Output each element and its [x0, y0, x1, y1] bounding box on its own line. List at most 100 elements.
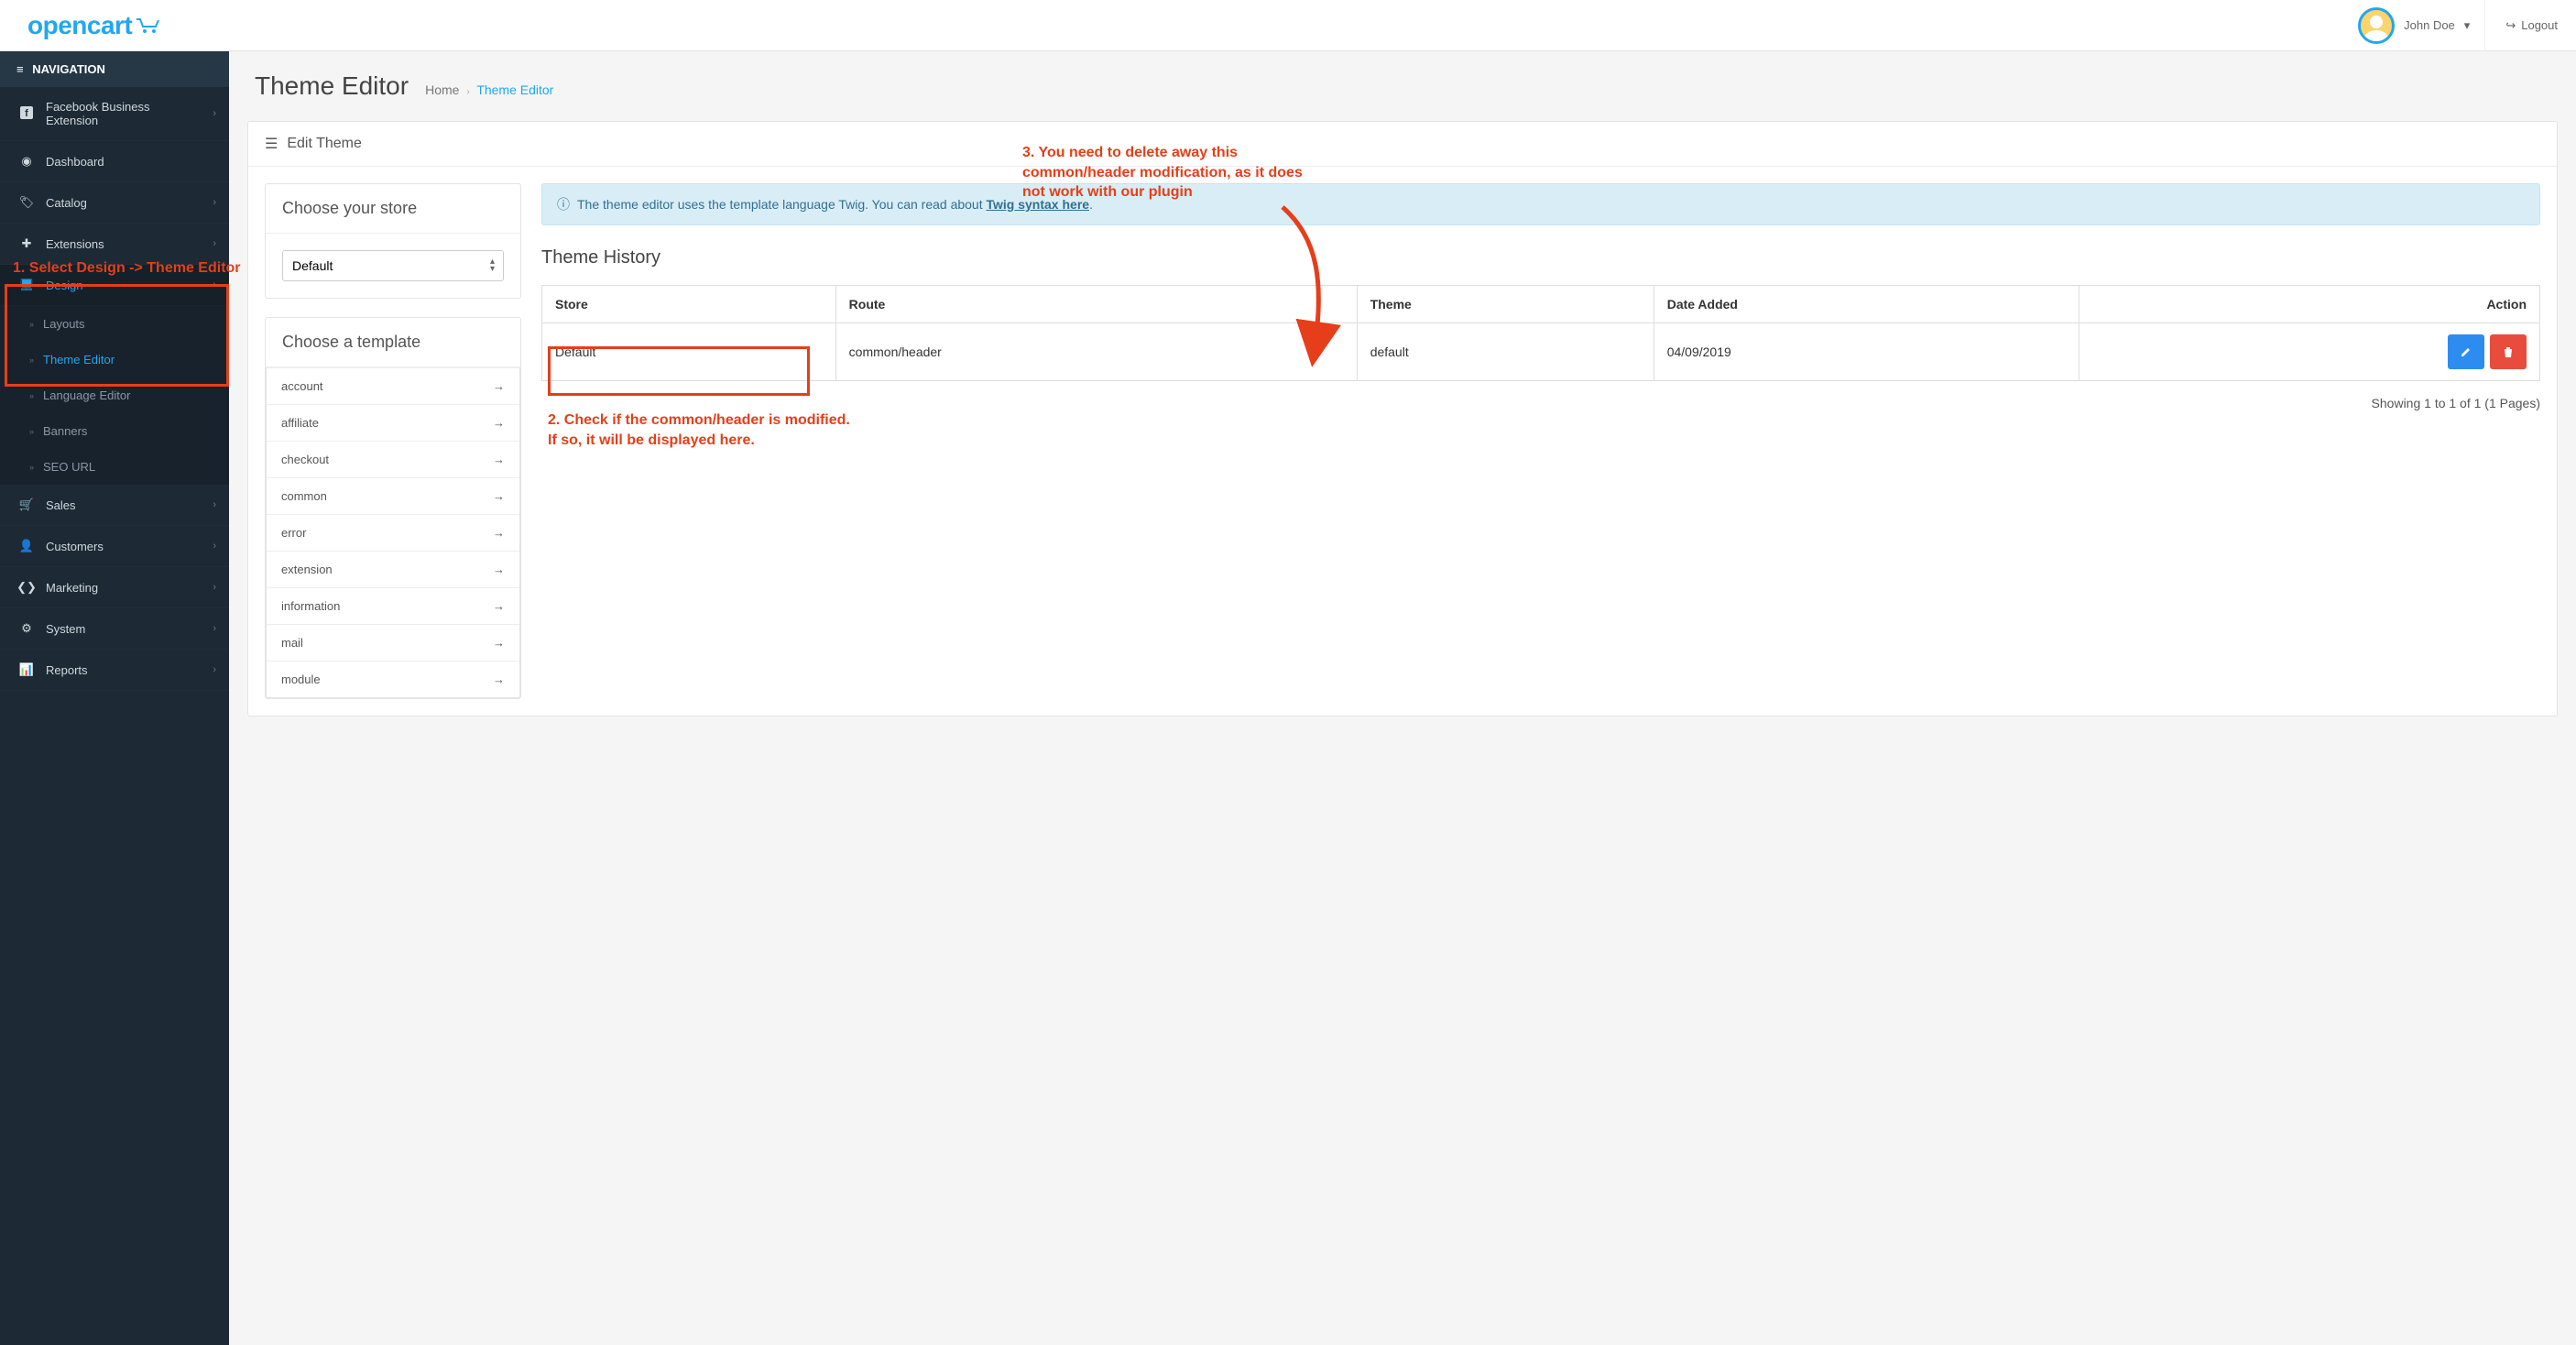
template-item[interactable]: error→: [267, 514, 519, 551]
breadcrumb-current[interactable]: Theme Editor: [476, 82, 553, 97]
cart-icon: 🛒: [16, 498, 37, 512]
dashboard-icon: ◉: [16, 154, 37, 169]
chevron-right-icon: ›: [213, 664, 216, 675]
nav-item-customers[interactable]: 👤 Customers ›: [0, 526, 229, 567]
user-name: John Doe: [2404, 18, 2455, 32]
nav-item-facebook[interactable]: f Facebook Business Extension ›: [0, 87, 229, 141]
subnav-language-editor[interactable]: »Language Editor: [0, 377, 229, 413]
template-label: account: [281, 379, 323, 393]
alert-text: The theme editor uses the template langu…: [577, 197, 1093, 212]
edit-button[interactable]: [2448, 334, 2484, 369]
nav-item-reports[interactable]: 📊 Reports ›: [0, 650, 229, 691]
template-item[interactable]: account→: [267, 367, 519, 404]
delete-button[interactable]: [2490, 334, 2527, 369]
subnav-label: Theme Editor: [43, 353, 115, 366]
breadcrumb-sep: ›: [466, 87, 469, 97]
caret-down-icon: ▾: [2464, 18, 2471, 33]
subnav-label: SEO URL: [43, 460, 95, 474]
twig-syntax-link[interactable]: Twig syntax here: [987, 197, 1090, 212]
topbar-right: John Doe ▾ ↪ Logout: [2343, 0, 2558, 51]
tags-icon: 🏷: [16, 195, 37, 210]
chart-icon: 📊: [16, 662, 37, 677]
template-label: checkout: [281, 453, 329, 466]
arrow-right-icon: →: [493, 563, 505, 576]
double-chevron-icon: »: [29, 355, 34, 365]
logout-button[interactable]: ↪ Logout: [2485, 18, 2558, 33]
avatar-icon: [2358, 7, 2395, 44]
nav-title: ≡ NAVIGATION: [0, 51, 229, 87]
arrow-right-icon: →: [493, 599, 505, 613]
nav-label: Reports: [46, 663, 88, 677]
template-item[interactable]: module→: [267, 661, 519, 697]
nav-label: Dashboard: [46, 155, 104, 169]
user-menu[interactable]: John Doe ▾: [2343, 0, 2485, 51]
nav-label: Catalog: [46, 196, 87, 210]
double-chevron-icon: »: [29, 391, 34, 400]
template-list: account→affiliate→checkout→common→error→…: [266, 367, 520, 698]
pagination-info: Showing 1 to 1 of 1 (1 Pages): [541, 396, 2540, 410]
user-icon: 👤: [16, 539, 37, 553]
nav-item-extensions[interactable]: ✚ Extensions ›: [0, 224, 229, 265]
nav-label: Sales: [46, 498, 76, 512]
nav-item-design[interactable]: 🖥 Design ›: [0, 265, 229, 306]
card-choose-store: Choose your store Default ▴▾: [265, 183, 521, 299]
main-container: ≡ NAVIGATION f Facebook Business Extensi…: [0, 51, 2576, 1345]
cell-store: Default: [542, 323, 836, 381]
card-choose-template: Choose a template account→affiliate→chec…: [265, 317, 521, 699]
breadcrumb-home[interactable]: Home: [425, 82, 459, 97]
list-icon: ☰: [265, 135, 278, 153]
share-icon: ❮❯: [16, 580, 37, 595]
template-item[interactable]: checkout →: [267, 441, 519, 477]
cell-route: common/header: [835, 323, 1357, 381]
nav-item-catalog[interactable]: 🏷 Catalog ›: [0, 182, 229, 224]
template-item[interactable]: information →: [267, 587, 519, 624]
brand-logo[interactable]: opencart: [27, 11, 161, 40]
subnav-seo-url[interactable]: » SEO URL: [0, 449, 229, 485]
template-item[interactable]: common→: [267, 477, 519, 514]
panel-heading: ☰ Edit Theme: [248, 122, 2557, 167]
chevron-right-icon: ›: [213, 541, 216, 552]
subnav-label: Banners: [43, 424, 87, 438]
hamburger-icon: ≡: [16, 62, 24, 76]
double-chevron-icon: »: [29, 463, 34, 472]
nav-title-text: NAVIGATION: [32, 62, 105, 76]
store-select[interactable]: Default: [282, 250, 504, 281]
arrow-right-icon: →: [493, 416, 505, 430]
alert-prefix: The theme editor uses the template langu…: [577, 197, 987, 212]
chevron-right-icon: ›: [213, 623, 216, 634]
desktop-icon: 🖥: [16, 278, 37, 292]
nav-item-system[interactable]: ⚙ System ›: [0, 608, 229, 650]
svg-text:f: f: [25, 108, 28, 119]
template-item[interactable]: mail→: [267, 624, 519, 661]
chevron-right-icon: ›: [213, 279, 216, 290]
brand-text: opencart: [27, 11, 132, 40]
nav-label: Facebook Business Extension: [46, 100, 192, 127]
info-icon: ⓘ: [557, 195, 570, 213]
template-label: error: [281, 526, 306, 540]
history-table: Store Route Theme Date Added Action Defa…: [541, 285, 2540, 381]
arrow-right-icon: →: [493, 453, 505, 466]
template-item[interactable]: affiliate →: [267, 404, 519, 441]
th-action: Action: [2079, 286, 2540, 323]
template-item[interactable]: extension →: [267, 551, 519, 587]
nav-item-sales[interactable]: 🛒 Sales ›: [0, 485, 229, 526]
gear-icon: ⚙: [16, 621, 37, 636]
template-label: mail: [281, 636, 303, 650]
nav-label: Extensions: [46, 237, 104, 251]
page-title: Theme Editor: [255, 71, 409, 101]
card-title: Choose your store: [266, 184, 520, 234]
double-chevron-icon: »: [29, 320, 34, 329]
subnav-theme-editor[interactable]: » Theme Editor: [0, 342, 229, 377]
nav-item-marketing[interactable]: ❮❯ Marketing ›: [0, 567, 229, 608]
double-chevron-icon: »: [29, 427, 34, 436]
nav-item-dashboard[interactable]: ◉ Dashboard: [0, 141, 229, 182]
template-label: affiliate: [281, 416, 319, 430]
template-label: information: [281, 599, 340, 613]
subnav-banners[interactable]: » Banners: [0, 413, 229, 449]
content: Theme Editor Home › Theme Editor ☰ Edit …: [229, 51, 2576, 1345]
subnav-layouts[interactable]: » Layouts: [0, 306, 229, 342]
template-label: extension: [281, 563, 333, 576]
chevron-right-icon: ›: [213, 499, 216, 510]
subnav-label: Layouts: [43, 317, 85, 331]
alert-info: ⓘ The theme editor uses the template lan…: [541, 183, 2540, 225]
